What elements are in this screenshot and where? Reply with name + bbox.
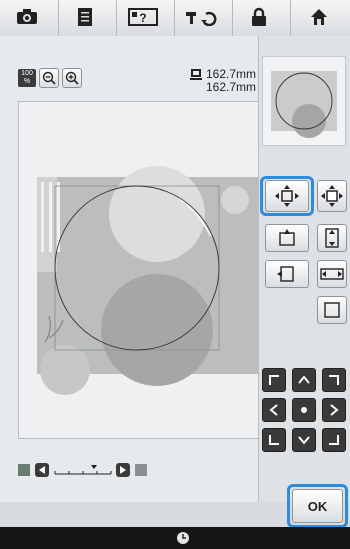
zoom-out-icon: [42, 71, 56, 85]
move-top-edge-icon: [279, 229, 295, 246]
page-icon: [78, 8, 92, 26]
lock-icon: [252, 7, 266, 26]
move-left-edge-icon: [277, 266, 294, 282]
expand-all-icon: [321, 185, 343, 207]
size-icon: [190, 69, 202, 80]
camera-button[interactable]: [4, 3, 50, 31]
square-frame-icon: [324, 302, 340, 318]
corner-up-right-icon: [329, 375, 339, 385]
move-all-icon: [275, 185, 299, 207]
home-icon: [311, 9, 327, 25]
arrow-up-icon: [298, 375, 310, 384]
page-button[interactable]: [62, 3, 108, 31]
transparency-slider[interactable]: [18, 462, 158, 478]
center-dot-icon: [301, 407, 307, 413]
zoom-in-button[interactable]: [62, 68, 82, 88]
ok-button[interactable]: OK: [292, 489, 343, 523]
home-button[interactable]: [296, 3, 342, 31]
camera-icon: [17, 9, 37, 24]
dpad-up-button[interactable]: [292, 368, 316, 392]
corner-down-right-icon: [329, 435, 339, 445]
pattern-size-readout: 162.7mm 162.7mm: [206, 68, 256, 94]
dpad-down-left-button[interactable]: [262, 428, 286, 452]
top-toolbar: ?: [0, 0, 350, 37]
lock-button[interactable]: [236, 3, 282, 31]
move-left-edge-button[interactable]: [265, 260, 309, 288]
pattern-height: 162.7mm: [205, 80, 256, 94]
svg-text:?: ?: [139, 11, 146, 25]
move-all-button[interactable]: [265, 180, 309, 212]
embroidery-canvas[interactable]: [18, 101, 260, 439]
dpad-right-button[interactable]: [322, 398, 346, 422]
stretch-horizontal-button[interactable]: [317, 260, 347, 288]
stretch-vertical-button[interactable]: [317, 224, 347, 252]
bottom-status-bar: [0, 527, 350, 549]
help-button[interactable]: ?: [120, 3, 166, 31]
expand-all-button[interactable]: [317, 180, 347, 212]
clock-icon: [177, 532, 189, 544]
pattern-preview: [262, 56, 346, 146]
fabric-thumbnail-icon: [18, 464, 30, 476]
dpad-down-button[interactable]: [292, 428, 316, 452]
arrow-down-icon: [298, 436, 310, 445]
arrow-right-icon: [330, 404, 339, 416]
move-top-edge-button[interactable]: [265, 224, 309, 252]
slider-thumb-icon[interactable]: [91, 465, 97, 469]
zoom-out-button[interactable]: [39, 68, 59, 88]
dpad-up-right-button[interactable]: [322, 368, 346, 392]
stretch-horizontal-icon: [320, 268, 344, 280]
dpad-up-left-button[interactable]: [262, 368, 286, 392]
dpad-center-button[interactable]: [292, 398, 316, 422]
fabric-image: [37, 166, 259, 395]
ok-label: OK: [307, 498, 328, 514]
machine-settings-icon: [186, 11, 217, 26]
arrow-left-icon: [269, 404, 278, 416]
stretch-vertical-icon: [325, 228, 339, 248]
machine-settings-button[interactable]: [178, 3, 224, 31]
dpad-left-button[interactable]: [262, 398, 286, 422]
dpad-down-right-button[interactable]: [322, 428, 346, 452]
corner-up-left-icon: [269, 375, 279, 385]
help-icon: ?: [128, 8, 158, 26]
corner-down-left-icon: [269, 435, 279, 445]
stitch-thumbnail-icon: [135, 464, 147, 476]
zoom-level-badge: 100%: [18, 69, 36, 87]
reset-frame-button[interactable]: [317, 296, 347, 324]
zoom-in-icon: [65, 71, 79, 85]
